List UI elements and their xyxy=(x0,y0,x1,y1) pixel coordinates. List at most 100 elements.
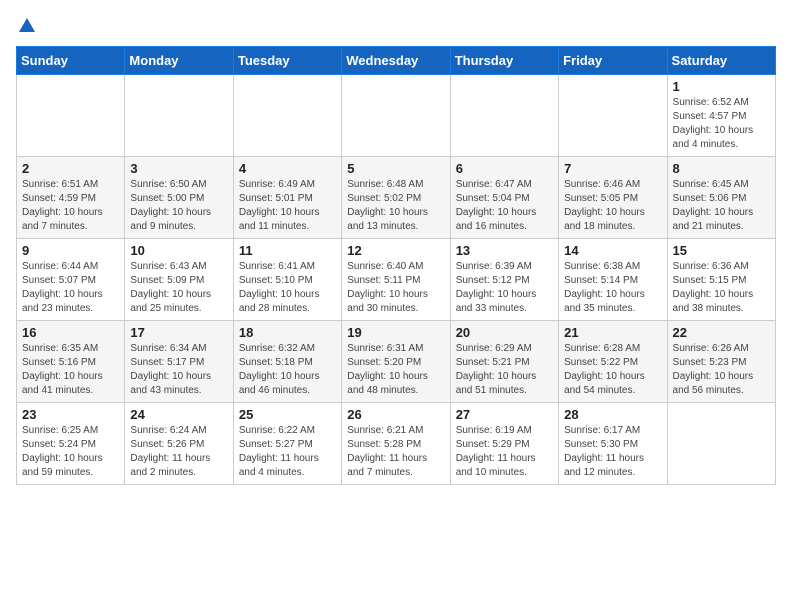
calendar-day-cell: 5 Sunrise: 6:48 AM Sunset: 5:02 PM Daylig… xyxy=(342,157,450,239)
day-info: Sunrise: 6:21 AM Sunset: 5:28 PM Dayligh… xyxy=(347,424,444,480)
day-number: 4 xyxy=(239,161,336,176)
day-number: 2 xyxy=(22,161,119,176)
day-info: Sunrise: 6:29 AM Sunset: 5:21 PM Dayligh… xyxy=(456,342,553,398)
calendar-day-cell: 13 Sunrise: 6:39 AM Sunset: 5:12 PM Dayli… xyxy=(450,239,558,321)
calendar-table: SundayMondayTuesdayWednesdayThursdayFrid… xyxy=(16,46,776,485)
calendar-day-cell: 6 Sunrise: 6:47 AM Sunset: 5:04 PM Daylig… xyxy=(450,157,558,239)
day-number: 25 xyxy=(239,407,336,422)
calendar-day-cell xyxy=(17,75,125,157)
calendar-day-cell: 18 Sunrise: 6:32 AM Sunset: 5:18 PM Dayli… xyxy=(233,321,341,403)
calendar-day-cell: 21 Sunrise: 6:28 AM Sunset: 5:22 PM Dayli… xyxy=(559,321,667,403)
day-info: Sunrise: 6:44 AM Sunset: 5:07 PM Dayligh… xyxy=(22,260,119,316)
day-info: Sunrise: 6:31 AM Sunset: 5:20 PM Dayligh… xyxy=(347,342,444,398)
page-header xyxy=(16,16,776,36)
weekday-header: Friday xyxy=(559,47,667,75)
calendar-day-cell: 1 Sunrise: 6:52 AM Sunset: 4:57 PM Daylig… xyxy=(667,75,775,157)
weekday-header: Tuesday xyxy=(233,47,341,75)
day-info: Sunrise: 6:48 AM Sunset: 5:02 PM Dayligh… xyxy=(347,178,444,234)
day-info: Sunrise: 6:22 AM Sunset: 5:27 PM Dayligh… xyxy=(239,424,336,480)
day-number: 6 xyxy=(456,161,553,176)
calendar-day-cell: 14 Sunrise: 6:38 AM Sunset: 5:14 PM Dayli… xyxy=(559,239,667,321)
calendar-week-row: 2 Sunrise: 6:51 AM Sunset: 4:59 PM Daylig… xyxy=(17,157,776,239)
day-number: 11 xyxy=(239,243,336,258)
calendar-day-cell: 24 Sunrise: 6:24 AM Sunset: 5:26 PM Dayli… xyxy=(125,403,233,485)
day-number: 19 xyxy=(347,325,444,340)
day-number: 10 xyxy=(130,243,227,258)
day-info: Sunrise: 6:38 AM Sunset: 5:14 PM Dayligh… xyxy=(564,260,661,316)
day-number: 23 xyxy=(22,407,119,422)
calendar-day-cell: 15 Sunrise: 6:36 AM Sunset: 5:15 PM Dayli… xyxy=(667,239,775,321)
calendar-day-cell: 16 Sunrise: 6:35 AM Sunset: 5:16 PM Dayli… xyxy=(17,321,125,403)
day-info: Sunrise: 6:34 AM Sunset: 5:17 PM Dayligh… xyxy=(130,342,227,398)
calendar-week-row: 1 Sunrise: 6:52 AM Sunset: 4:57 PM Daylig… xyxy=(17,75,776,157)
day-info: Sunrise: 6:39 AM Sunset: 5:12 PM Dayligh… xyxy=(456,260,553,316)
day-number: 14 xyxy=(564,243,661,258)
calendar-day-cell: 9 Sunrise: 6:44 AM Sunset: 5:07 PM Daylig… xyxy=(17,239,125,321)
calendar-week-row: 9 Sunrise: 6:44 AM Sunset: 5:07 PM Daylig… xyxy=(17,239,776,321)
calendar-day-cell: 25 Sunrise: 6:22 AM Sunset: 5:27 PM Dayli… xyxy=(233,403,341,485)
logo-triangle-icon xyxy=(17,16,37,36)
weekday-header: Sunday xyxy=(17,47,125,75)
calendar-day-cell xyxy=(342,75,450,157)
day-number: 18 xyxy=(239,325,336,340)
day-info: Sunrise: 6:26 AM Sunset: 5:23 PM Dayligh… xyxy=(673,342,770,398)
day-number: 21 xyxy=(564,325,661,340)
logo xyxy=(16,16,38,36)
day-number: 9 xyxy=(22,243,119,258)
calendar-day-cell xyxy=(233,75,341,157)
calendar-day-cell xyxy=(559,75,667,157)
day-info: Sunrise: 6:49 AM Sunset: 5:01 PM Dayligh… xyxy=(239,178,336,234)
calendar-day-cell: 11 Sunrise: 6:41 AM Sunset: 5:10 PM Dayli… xyxy=(233,239,341,321)
day-number: 24 xyxy=(130,407,227,422)
day-info: Sunrise: 6:47 AM Sunset: 5:04 PM Dayligh… xyxy=(456,178,553,234)
day-number: 16 xyxy=(22,325,119,340)
day-number: 8 xyxy=(673,161,770,176)
day-number: 20 xyxy=(456,325,553,340)
calendar-day-cell xyxy=(450,75,558,157)
day-info: Sunrise: 6:28 AM Sunset: 5:22 PM Dayligh… xyxy=(564,342,661,398)
day-info: Sunrise: 6:43 AM Sunset: 5:09 PM Dayligh… xyxy=(130,260,227,316)
calendar-day-cell: 12Sunrise: 6:40 AM Sunset: 5:11 PM Dayli… xyxy=(342,239,450,321)
day-info: Sunrise: 6:25 AM Sunset: 5:24 PM Dayligh… xyxy=(22,424,119,480)
calendar-week-row: 23 Sunrise: 6:25 AM Sunset: 5:24 PM Dayli… xyxy=(17,403,776,485)
calendar-day-cell xyxy=(125,75,233,157)
day-number: 13 xyxy=(456,243,553,258)
day-number: 26 xyxy=(347,407,444,422)
weekday-header: Saturday xyxy=(667,47,775,75)
day-info: Sunrise: 6:46 AM Sunset: 5:05 PM Dayligh… xyxy=(564,178,661,234)
day-number: 1 xyxy=(673,79,770,94)
day-info: Sunrise: 6:35 AM Sunset: 5:16 PM Dayligh… xyxy=(22,342,119,398)
calendar-day-cell: 26 Sunrise: 6:21 AM Sunset: 5:28 PM Dayli… xyxy=(342,403,450,485)
calendar-header-row: SundayMondayTuesdayWednesdayThursdayFrid… xyxy=(17,47,776,75)
calendar-day-cell: 8 Sunrise: 6:45 AM Sunset: 5:06 PM Daylig… xyxy=(667,157,775,239)
calendar-day-cell: 17 Sunrise: 6:34 AM Sunset: 5:17 PM Dayli… xyxy=(125,321,233,403)
day-number: 15 xyxy=(673,243,770,258)
day-info: Sunrise: 6:17 AM Sunset: 5:30 PM Dayligh… xyxy=(564,424,661,480)
day-number: 22 xyxy=(673,325,770,340)
calendar-week-row: 16 Sunrise: 6:35 AM Sunset: 5:16 PM Dayli… xyxy=(17,321,776,403)
day-number: 17 xyxy=(130,325,227,340)
calendar-day-cell: 10 Sunrise: 6:43 AM Sunset: 5:09 PM Dayli… xyxy=(125,239,233,321)
day-info: Sunrise: 6:24 AM Sunset: 5:26 PM Dayligh… xyxy=(130,424,227,480)
calendar-day-cell: 28 Sunrise: 6:17 AM Sunset: 5:30 PM Dayli… xyxy=(559,403,667,485)
calendar-day-cell: 27Sunrise: 6:19 AM Sunset: 5:29 PM Dayli… xyxy=(450,403,558,485)
calendar-day-cell: 4 Sunrise: 6:49 AM Sunset: 5:01 PM Daylig… xyxy=(233,157,341,239)
day-info: Sunrise: 6:36 AM Sunset: 5:15 PM Dayligh… xyxy=(673,260,770,316)
calendar-day-cell: 19 Sunrise: 6:31 AM Sunset: 5:20 PM Dayli… xyxy=(342,321,450,403)
calendar-day-cell: 22 Sunrise: 6:26 AM Sunset: 5:23 PM Dayli… xyxy=(667,321,775,403)
day-info: Sunrise: 6:45 AM Sunset: 5:06 PM Dayligh… xyxy=(673,178,770,234)
day-number: 3 xyxy=(130,161,227,176)
calendar-day-cell: 3 Sunrise: 6:50 AM Sunset: 5:00 PM Daylig… xyxy=(125,157,233,239)
calendar-day-cell: 2 Sunrise: 6:51 AM Sunset: 4:59 PM Daylig… xyxy=(17,157,125,239)
day-info: Sunrise: 6:50 AM Sunset: 5:00 PM Dayligh… xyxy=(130,178,227,234)
day-info: Sunrise: 6:52 AM Sunset: 4:57 PM Dayligh… xyxy=(673,96,770,152)
day-number: 5 xyxy=(347,161,444,176)
day-info: Sunrise: 6:32 AM Sunset: 5:18 PM Dayligh… xyxy=(239,342,336,398)
day-info: Sunrise: 6:41 AM Sunset: 5:10 PM Dayligh… xyxy=(239,260,336,316)
day-info: Sunrise: 6:51 AM Sunset: 4:59 PM Dayligh… xyxy=(22,178,119,234)
calendar-day-cell: 23 Sunrise: 6:25 AM Sunset: 5:24 PM Dayli… xyxy=(17,403,125,485)
day-info: Sunrise: 6:40 AM Sunset: 5:11 PM Dayligh… xyxy=(347,260,444,316)
day-info: Sunrise: 6:19 AM Sunset: 5:29 PM Dayligh… xyxy=(456,424,553,480)
day-number: 28 xyxy=(564,407,661,422)
calendar-day-cell xyxy=(667,403,775,485)
